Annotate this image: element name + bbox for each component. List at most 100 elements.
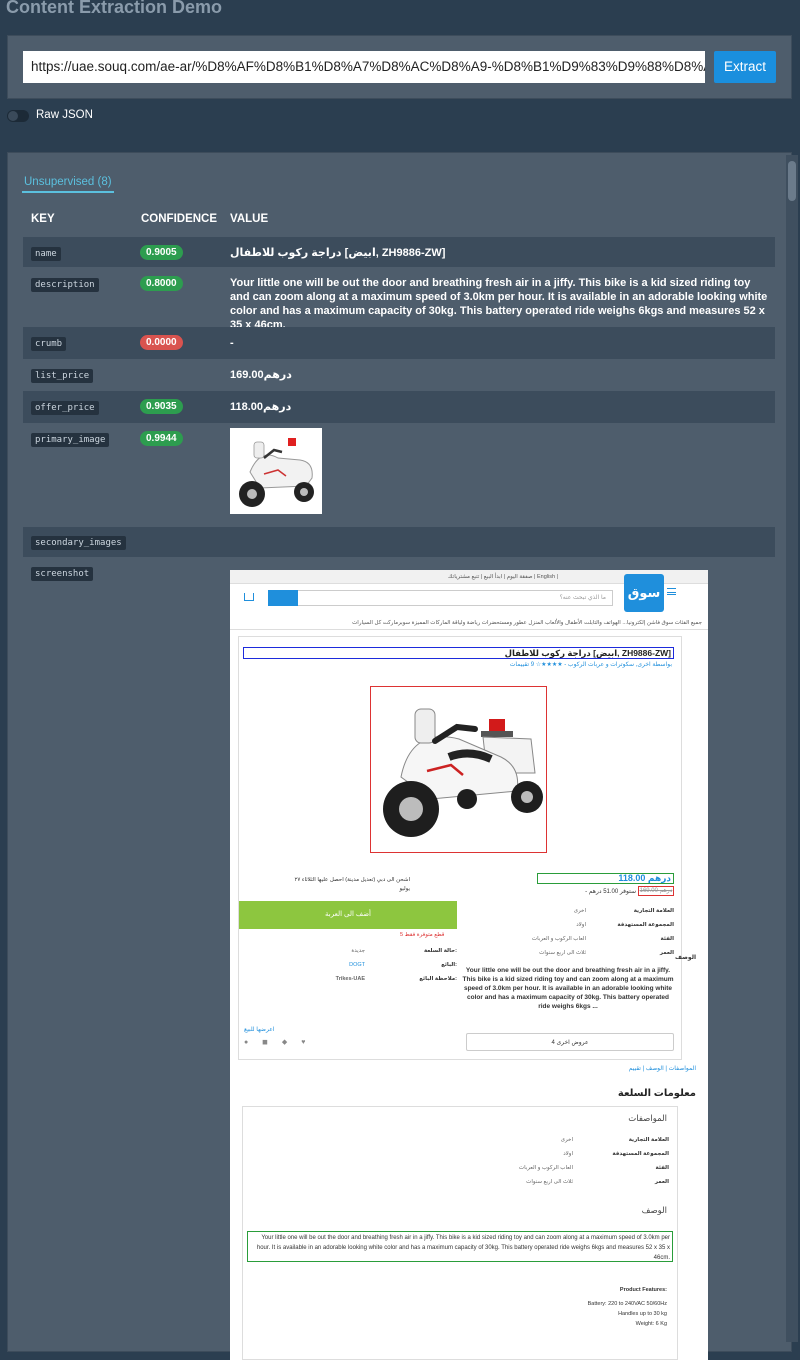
key-chip: crumb [31,337,67,351]
toggle-knob [8,111,18,121]
key-chip: screenshot [31,567,94,581]
spec-list: العلامة التجارية اخرى المجموعة المستهدفة… [462,908,674,964]
stock-note: 5 قطع متوفرة فقط [400,932,445,938]
save-text: - ستوفر 51.00 درهم [585,889,636,895]
results-panel: Unsupervised (8) KEY CONFIDENCE VALUE na… [7,152,792,1360]
spec-key: العمر [654,1179,669,1185]
table-row: primary_image 0.9944 [23,423,775,527]
share-label: اعرضها للبيع [244,1027,275,1033]
bike-large-image [371,687,546,852]
toggle-track[interactable] [7,110,29,122]
spec-key: العمر [659,950,674,956]
short-description: Your little one will be out the door and… [462,967,674,1010]
confidence-badge: 0.8000 [140,276,183,291]
value-text: - [230,337,234,349]
product-tabs: المواصفات | الوصف | تقييم [628,1066,696,1072]
info-spec-list: العلامة التجارية اخرى المجموعة المستهدفة… [263,1137,669,1193]
table-row: name 0.9005 دراجة ركوب للاطفال [ابيض, ZH… [23,237,775,267]
page-screenshot: صفقة اليوم | ابدأ البيع | تتبع مشترياتك … [230,570,708,1360]
bike-image [230,428,322,514]
spec-value: اولاد [563,1151,573,1157]
url-panel: https://uae.souq.com/ae-ar/%D8%AF%D8%B1%… [7,35,792,99]
value-text: 118.00درهم [230,401,292,413]
features-heading: Product Features: [619,1287,667,1293]
url-input[interactable]: https://uae.souq.com/ae-ar/%D8%AF%D8%B1%… [23,51,705,83]
confidence-badge: 0.9944 [140,431,183,446]
shot-search-input: ما الذي تبحث عنه؟ [268,590,613,606]
seller-value: جديدة [351,948,365,954]
price: 118.00 درهم [537,873,674,884]
key-chip: description [31,278,99,292]
value-text: 169.00درهم [230,369,292,381]
product-image [370,686,547,853]
seller-key: البائع: [441,962,457,968]
spec-row: الفئة العاب الركوب و العربات [462,936,674,950]
spec-key: الفئة [655,1165,670,1171]
primary-image-thumbnail [230,428,322,514]
seller-key: حالة السلعة: [423,948,457,954]
extract-button[interactable]: Extract [714,51,776,83]
spec-row: العلامة التجارية اخرى [462,908,674,922]
spec-key: العلامة التجارية [633,908,674,914]
shipping-info: اشحن الى دبي (تعديل مدينة) احصل عليها ال… [294,877,410,892]
page-title: Content Extraction Demo [6,0,223,17]
seller-info: حالة السلعة: جديدة البائع: DOGT ملاحظة ا… [239,948,457,990]
value-text: Your little one will be out the door and… [230,277,768,331]
spec-key: العلامة التجارية [628,1137,669,1143]
old-price: 169.00 درهم [638,886,674,896]
social-icons: ● ◼ ◆ ♥ [244,1039,312,1046]
product-title: دراجة ركوب للاطفال [ابيض, ZH9886-ZW] [243,647,674,659]
spec-value: العاب الركوب و العربات [531,936,586,942]
spec-row: العلامة التجارية اخرى [263,1137,669,1151]
other-offers-button: 4 عروض اخرى [466,1033,674,1051]
value-text: دراجة ركوب للاطفال [ابيض, ZH9886-ZW] [230,247,446,259]
table-row: secondary_images [23,527,775,557]
product-byline: بواسطة اخرى, سكوترات و عربات الركوب - ★★… [509,662,672,668]
menu-icon [667,588,676,595]
key-chip: list_price [31,369,94,383]
header-value: VALUE [230,213,269,225]
seller-row: البائع: DOGT [239,962,457,976]
product-features: Product Features: Battery: 220 to 240VAC… [588,1285,667,1329]
spec-row: المجموعة المستهدفة اولاد [462,922,674,936]
table-row: offer_price 0.9035 118.00درهم [23,391,775,423]
souq-logo: سوق [624,574,664,612]
tab-unsupervised[interactable]: Unsupervised (8) [22,171,114,193]
info-card: المواصفات العلامة التجارية اخرى المجموعة… [242,1106,678,1360]
key-chip: secondary_images [31,536,126,550]
search-icon [268,590,298,606]
cart-icon [244,593,254,601]
spec-value: اخرى [573,908,586,914]
confidence-badge: 0.0000 [140,335,183,350]
scrollbar-thumb[interactable] [788,161,796,201]
spec-heading: المواصفات [628,1113,667,1123]
confidence-badge: 0.9035 [140,399,183,414]
key-chip: primary_image [31,433,110,447]
feature-item: Handles up to 30 kg [618,1311,667,1317]
long-description: Your little one will be out the door and… [247,1231,673,1262]
info-heading: معلومات السلعة [617,1088,696,1099]
header-key: KEY [31,213,55,225]
desc-label: الوصف [674,955,696,961]
key-chip: offer_price [31,401,99,415]
spec-row: الفئة العاب الركوب و العربات [263,1165,669,1179]
seller-row: ملاحظة البائع: Trikes-UAE [239,976,457,990]
spec-value: ثلاث الى اربع سنوات [526,1179,573,1185]
header-confidence: CONFIDENCE [141,213,218,225]
key-chip: name [31,247,61,261]
spec-row: المجموعة المستهدفة اولاد [263,1151,669,1165]
spec-value: العاب الركوب و العربات [518,1165,573,1171]
confidence-badge: 0.9005 [140,245,183,260]
feature-item: Weight: 6 Kg [635,1321,667,1327]
scrollbar[interactable] [786,155,798,1342]
seller-key: ملاحظة البائع: [419,976,457,982]
spec-key: المجموعة المستهدفة [612,1151,669,1157]
spec-row: العمر ثلاث الى اربع سنوات [462,950,674,964]
table-row: crumb 0.0000 - [23,327,775,359]
table-row: description 0.8000 Your little one will … [23,267,775,331]
seller-value: DOGT [349,962,365,968]
spec-value: ثلاث الى اربع سنوات [539,950,586,956]
add-to-cart-button: أضف الى العربة [239,901,457,929]
raw-json-label: Raw JSON [36,109,93,121]
spec-key: المجموعة المستهدفة [617,922,674,928]
